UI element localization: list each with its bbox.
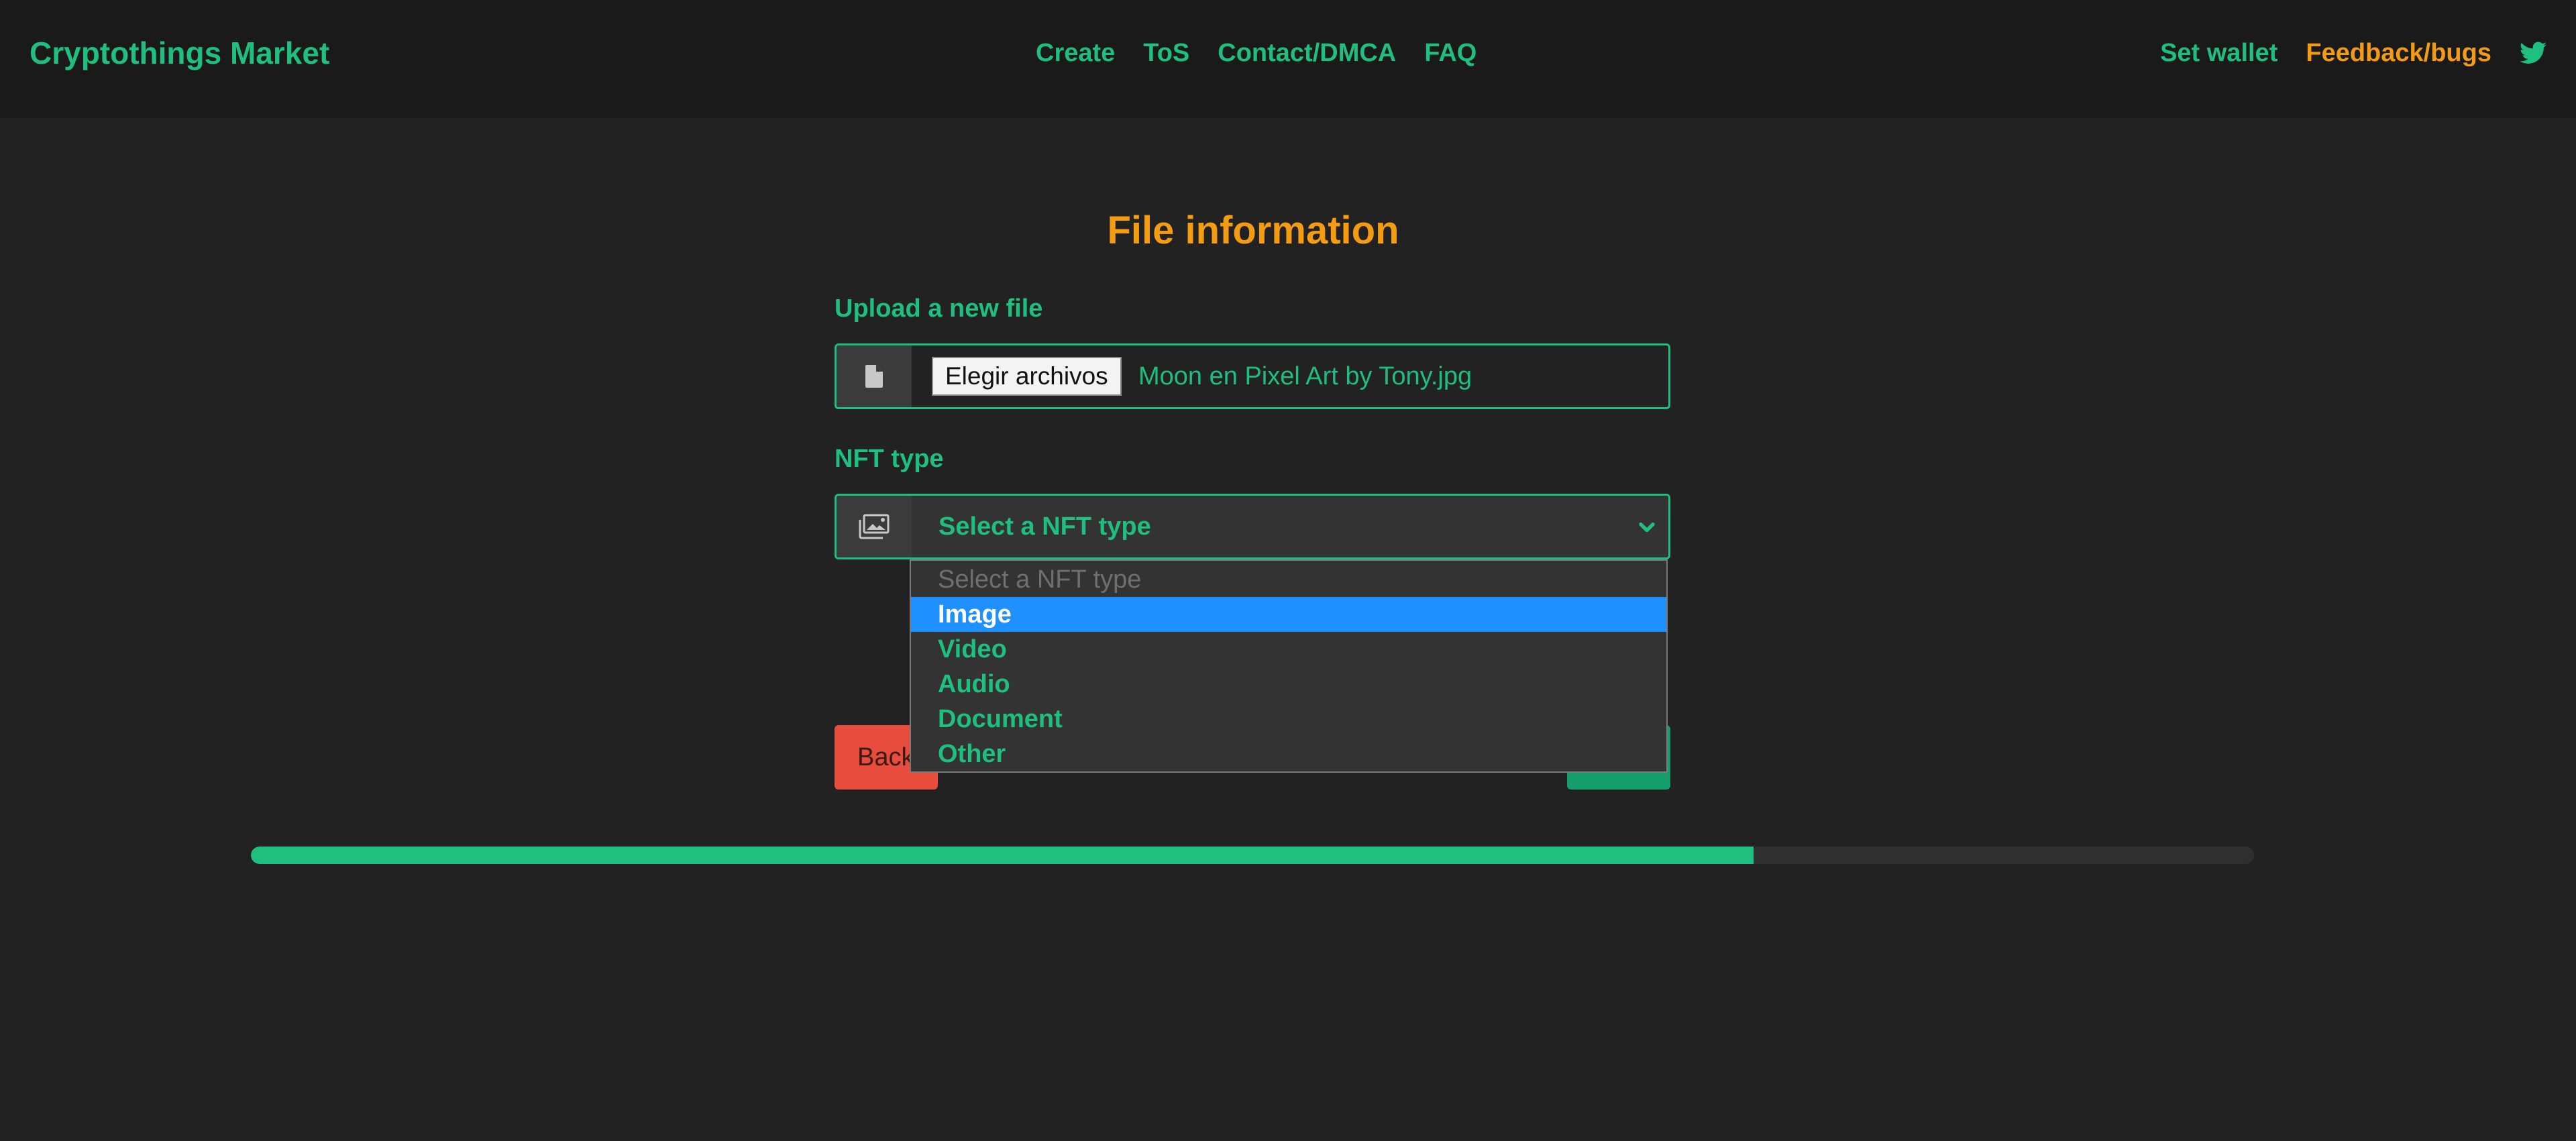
nft-type-label: NFT type: [835, 445, 944, 473]
nft-type-addon: [837, 496, 912, 557]
back-button-label: Back: [857, 743, 914, 771]
set-wallet-link[interactable]: Set wallet: [2160, 37, 2277, 69]
nft-type-input-group: Select a NFT type: [835, 494, 1670, 559]
nft-type-dropdown: Select a NFT type Image Video Audio Docu…: [910, 559, 1668, 773]
nft-type-select-value: Select a NFT type: [938, 512, 1151, 541]
dropdown-option-other[interactable]: Other: [911, 737, 1666, 771]
nav-right: Set wallet Feedback/bugs: [2160, 37, 2546, 69]
chevron-down-icon: [1639, 522, 1655, 533]
choose-files-button[interactable]: Elegir archivos: [932, 357, 1122, 396]
selected-file-name: Moon en Pixel Art by Tony.jpg: [1138, 362, 1472, 390]
file-input-group: Elegir archivos Moon en Pixel Art by Ton…: [835, 343, 1670, 409]
nft-type-select[interactable]: Select a NFT type: [912, 496, 1668, 557]
dropdown-option-video[interactable]: Video: [911, 632, 1666, 667]
dropdown-option-document[interactable]: Document: [911, 702, 1666, 737]
progress-bar-fill: [251, 847, 1754, 864]
dropdown-option-placeholder[interactable]: Select a NFT type: [911, 562, 1666, 597]
dropdown-option-image[interactable]: Image: [911, 597, 1666, 632]
twitter-icon[interactable]: [2520, 41, 2546, 65]
nav-contact-dmca[interactable]: Contact/DMCA: [1218, 37, 1396, 69]
main-nav: Create ToS Contact/DMCA FAQ: [1036, 37, 1477, 69]
nav-create[interactable]: Create: [1036, 37, 1115, 69]
page-title: File information: [1107, 209, 1399, 252]
upload-label: Upload a new file: [835, 294, 1043, 323]
feedback-bugs-link[interactable]: Feedback/bugs: [2306, 37, 2491, 69]
dropdown-option-audio[interactable]: Audio: [911, 667, 1666, 702]
nav-faq[interactable]: FAQ: [1424, 37, 1477, 69]
brand-link[interactable]: Cryptothings Market: [30, 34, 329, 72]
images-icon: [859, 514, 890, 539]
progress-bar: [251, 847, 2254, 864]
nav-tos[interactable]: ToS: [1143, 37, 1189, 69]
file-addon: [837, 345, 912, 407]
file-icon: [865, 365, 883, 388]
top-navbar: Cryptothings Market Create ToS Contact/D…: [0, 0, 2576, 118]
